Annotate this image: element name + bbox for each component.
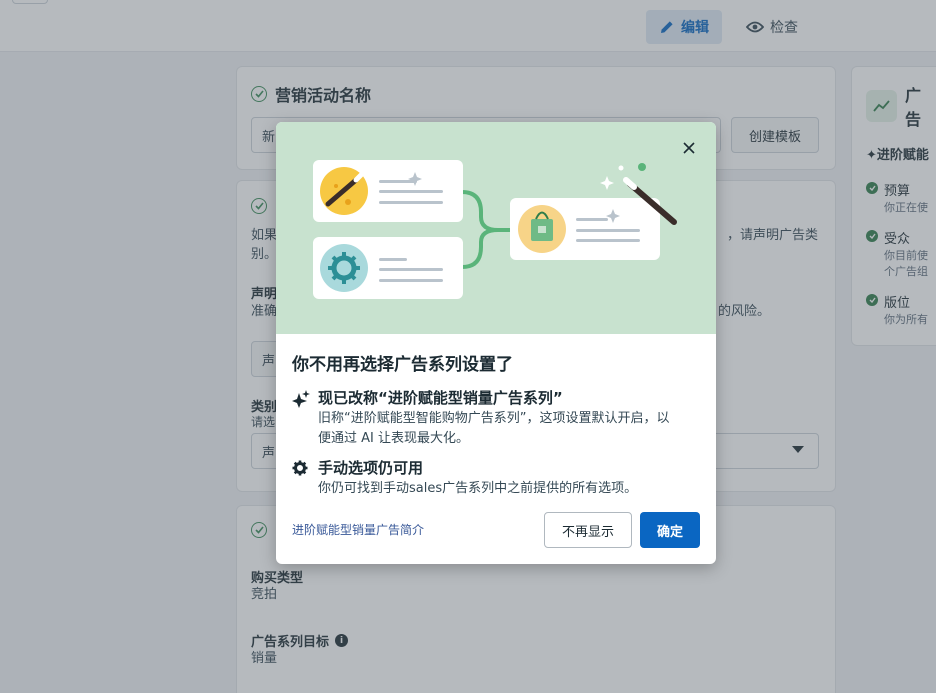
feature-renamed: 现已改称“进阶赋能型销量广告系列” 旧称“进阶赋能型智能购物广告系列”，这项设置… [292,388,669,449]
modal-title: 你不用再选择广告系列设置了 [292,355,513,375]
feature-renamed-title: 现已改称“进阶赋能型销量广告系列” [318,389,563,407]
feature-manual: 手动选项仍可用 你仍可找到手动sales广告系列中之前提供的所有选项。 [292,458,637,499]
close-button[interactable] [678,138,700,160]
gear-icon [292,458,310,499]
feature-manual-desc: 你仍可找到手动sales广告系列中之前提供的所有选项。 [318,481,638,496]
feature-manual-title: 手动选项仍可用 [318,459,424,477]
close-icon [682,140,696,159]
dont-show-again-button[interactable]: 不再显示 [544,512,632,548]
advantage-plus-modal: 你不用再选择广告系列设置了 现已改称“进阶赋能型销量广告系列” 旧称“进阶赋能型… [276,122,716,564]
confirm-button[interactable]: 确定 [640,512,700,548]
sparkle-icon [292,388,310,449]
feature-renamed-desc-line1: 旧称“进阶赋能型智能购物广告系列”，这项设置默认开启，以 [318,411,670,426]
feature-renamed-desc-line2: 便通过 AI 让表现最大化。 [318,431,469,446]
learn-more-link[interactable]: 进阶赋能型销量广告简介 [292,521,424,538]
modal-illustration [276,122,716,334]
